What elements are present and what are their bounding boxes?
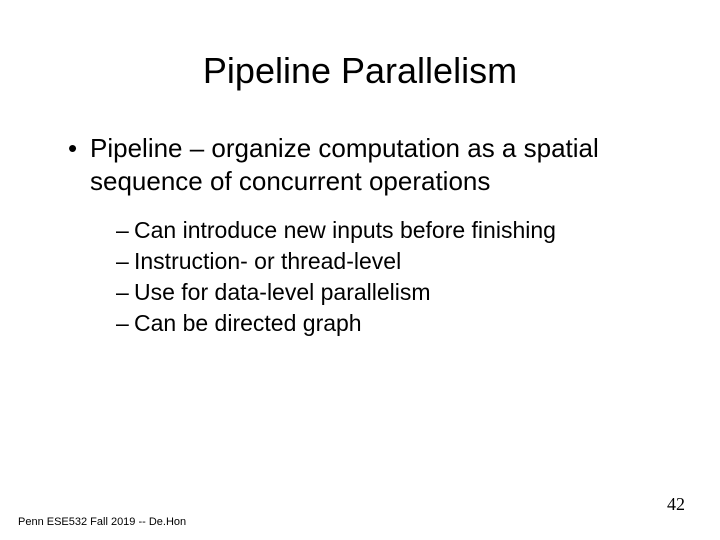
main-bullet: Pipeline – organize computation as a spa…	[60, 132, 660, 197]
sub-bullet-list: Can introduce new inputs before finishin…	[60, 215, 660, 339]
sub-bullet-item: Can be directed graph	[116, 308, 660, 339]
footer-text: Penn ESE532 Fall 2019 -- De.Hon	[18, 516, 186, 528]
slide-title: Pipeline Parallelism	[60, 50, 660, 92]
sub-bullet-item: Can introduce new inputs before finishin…	[116, 215, 660, 246]
sub-bullet-item: Instruction- or thread-level	[116, 246, 660, 277]
sub-bullet-item: Use for data-level parallelism	[116, 277, 660, 308]
slide-container: Pipeline Parallelism Pipeline – organize…	[0, 0, 720, 540]
page-number: 42	[667, 494, 685, 515]
